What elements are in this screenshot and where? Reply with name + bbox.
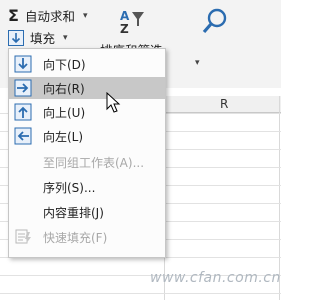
menu-item-across-worksheets: 至同组工作表(A)... [9,151,165,173]
menu-item-flash-fill: 快速填充(F) [9,226,165,248]
fill-button[interactable]: 填充 ▾ [8,28,68,47]
fill-down-icon [8,29,24,46]
menu-item-label: 向上(U) [43,106,86,120]
autosum-label: 自动求和 [24,9,75,24]
chevron-down-icon[interactable]: ▾ [63,33,68,43]
menu-item-label: 内容重排(J) [43,206,104,220]
menu-item-label: 向左(L) [43,130,84,144]
sigma-icon: Σ [8,6,19,25]
svg-text:Z: Z [120,22,129,36]
sort-filter-icon: A Z [120,9,144,36]
watermark: www.cfan.com.cn [150,270,281,286]
find-select-button[interactable]: ▾ [185,6,245,68]
menu-item-fill-down[interactable]: 向下(D) [9,53,165,75]
chevron-down-icon[interactable]: ▾ [83,11,88,21]
arrow-down-icon [14,55,32,73]
menu-item-label: 至同组工作表(A)... [43,156,145,170]
fill-dropdown-menu: 向下(D) 向右(R) 向上(U) 向左(L) 至同组工作表(A)... 序列(… [8,48,166,258]
menu-item-label: 向右(R) [43,82,85,96]
menu-item-label: 序列(S)... [43,181,96,195]
column-header-label: R [220,97,229,111]
magnifier-icon [202,8,227,34]
fill-label: 填充 [30,31,56,46]
mouse-pointer-icon [106,92,121,113]
column-header[interactable]: R [164,96,281,113]
menu-item-justify[interactable]: 内容重排(J) [9,201,165,223]
sort-filter-button[interactable]: A Z 排序和筛选 [100,6,163,58]
menu-item-fill-up[interactable]: 向上(U) [9,101,165,123]
grid-line [0,293,281,294]
menu-item-fill-right[interactable]: 向右(R) [9,77,165,99]
flash-fill-icon [15,229,31,244]
menu-item-fill-left[interactable]: 向左(L) [9,125,165,147]
menu-item-series[interactable]: 序列(S)... [9,176,165,198]
svg-text:A: A [120,9,130,23]
menu-item-label: 向下(D) [43,58,86,72]
menu-item-label: 快速填充(F) [43,231,108,245]
chevron-down-icon[interactable]: ▾ [195,58,200,68]
autosum-button[interactable]: Σ 自动求和 ▾ [8,6,87,25]
arrow-up-icon [14,103,32,121]
arrow-right-icon [14,79,32,97]
arrow-left-icon [14,127,32,145]
